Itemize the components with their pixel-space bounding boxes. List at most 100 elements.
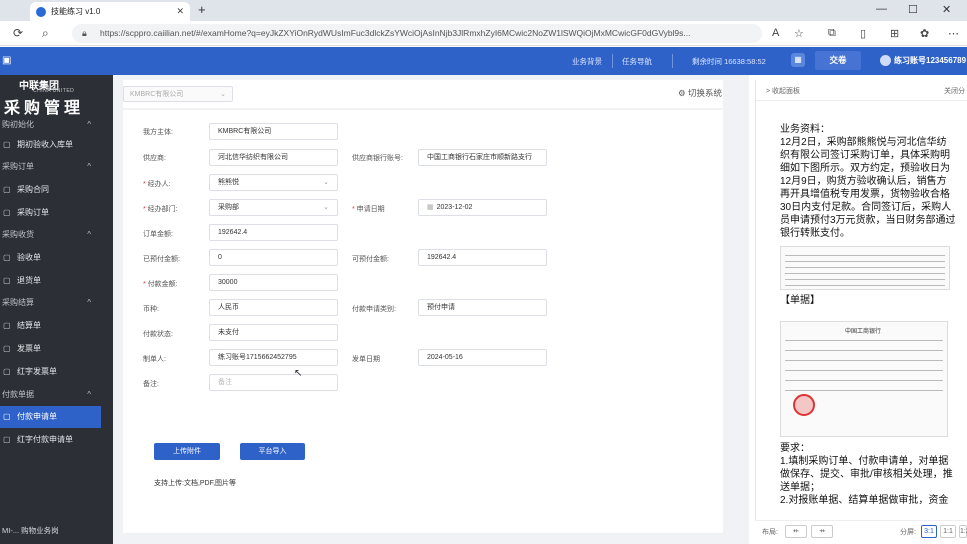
sidebar-group-receiving[interactable]: 采购收货 ^: [0, 225, 113, 245]
pay-amount-field[interactable]: 30000: [209, 274, 338, 291]
browser-extension-icon[interactable]: ✿: [920, 27, 929, 40]
mouse-cursor-icon: ↖: [294, 368, 303, 379]
order-amount-field[interactable]: 192642.4: [209, 224, 338, 241]
document-icon: ▢: [3, 208, 11, 217]
receipt-label: 【单据】: [780, 295, 820, 306]
business-material-panel: > 收起面板 关闭分 业务资料： 12月2日，采购部熊熊悦与河北信华纺织有限公司…: [755, 80, 967, 544]
sidebar-group-order[interactable]: 采购订单 ^: [0, 157, 113, 177]
sidebar-item-label: 红字付款申请单: [17, 435, 73, 444]
sidebar-item-label: 红字发票单: [17, 367, 57, 376]
payable-amount-label: 可预付金额:: [352, 256, 389, 263]
document-icon: ▢: [3, 140, 11, 149]
sidebar-group-init[interactable]: 购初始化 ^: [0, 115, 113, 135]
task-navigation-link[interactable]: 任务导航: [622, 56, 652, 67]
url-field[interactable]: 🔒︎ https://scppro.caiilian.net/#/examHom…: [72, 24, 762, 43]
sidebar-item-invoice[interactable]: ▢ 发票单: [0, 338, 101, 360]
window-close-button[interactable]: ✕: [942, 3, 951, 16]
refresh-icon[interactable]: ⟳: [13, 26, 23, 40]
sidebar-item-return[interactable]: ▢ 退货单: [0, 270, 101, 292]
collections-icon[interactable]: ⊞: [890, 27, 899, 40]
layout-right-button[interactable]: ⇸: [811, 525, 833, 538]
browser-tab-strip: 技能练习 v1.0 ✕ + — ☐ ✕: [0, 0, 967, 21]
remark-label: 备注:: [143, 381, 159, 388]
supplier-account-label: 供应商银行账号:: [352, 155, 403, 162]
browser-tab[interactable]: 技能练习 v1.0 ✕: [30, 2, 190, 21]
issue-date-field[interactable]: 2024-05-16: [418, 349, 547, 366]
sidebar-item-red-invoice[interactable]: ▢ 红字发票单: [0, 361, 101, 383]
split-screen-icon[interactable]: ▯: [860, 27, 866, 40]
sidebar-group-payment[interactable]: 付款单据 ^: [0, 385, 113, 405]
switch-system-button[interactable]: ⚙ 切换系统: [678, 87, 722, 99]
prepaid-amount-field[interactable]: 0: [209, 249, 338, 266]
divider: [756, 100, 967, 101]
sidebar-group-label: 购初始化: [2, 120, 34, 129]
platform-import-button[interactable]: 平台导入: [240, 443, 305, 460]
maximize-button[interactable]: ☐: [908, 3, 918, 16]
calculator-icon[interactable]: ▦: [791, 53, 805, 67]
layout-left-button[interactable]: ⇷: [785, 525, 807, 538]
split-3-1-button[interactable]: 3:1: [921, 525, 937, 538]
split-label: 分屏:: [900, 529, 916, 536]
lock-icon: 🔒︎: [82, 28, 87, 38]
sidebar-item-payment-request[interactable]: ▢ 付款申请单: [0, 406, 101, 428]
document-icon: ▢: [3, 253, 11, 262]
business-background-link[interactable]: 业务背景: [572, 56, 602, 67]
company-select[interactable]: KMBRC有限公司 ⌄: [123, 86, 233, 102]
submit-exam-button[interactable]: 交卷: [815, 51, 861, 70]
business-material-text: 业务资料： 12月2日，采购部熊熊悦与河北信华纺织有限公司签订采购订单，具体采购…: [780, 124, 956, 239]
sidebar-item-settlement[interactable]: ▢ 结算单: [0, 315, 101, 337]
pay-type-field[interactable]: 预付申请: [418, 299, 547, 316]
sidebar-item-red-payment-request[interactable]: ▢ 红字付款申请单: [0, 429, 101, 451]
sidebar-item-purchase-order[interactable]: ▢ 采购订单: [0, 202, 101, 224]
currency-field[interactable]: 人民币: [209, 299, 338, 316]
pay-amount-label: * 付款金额:: [143, 281, 178, 288]
buyer-label: 我方主体:: [143, 129, 173, 136]
minimize-button[interactable]: —: [876, 3, 887, 15]
sidebar-item-inspection[interactable]: ▢ 验收单: [0, 247, 101, 269]
sidebar-group-settlement[interactable]: 采购结算 ^: [0, 293, 113, 313]
chevron-up-icon: ^: [87, 162, 91, 171]
supplier-account-field[interactable]: 中国工商银行石家庄市顺新路支行: [418, 149, 547, 166]
purchase-detail-image[interactable]: [780, 246, 950, 290]
read-aloud-icon[interactable]: A: [772, 27, 779, 39]
close-split-button[interactable]: 关闭分: [944, 86, 965, 96]
sidebar-item-contract[interactable]: ▢ 采购合同: [0, 179, 101, 201]
document-icon: ▢: [3, 344, 11, 353]
chevron-up-icon: ^: [87, 230, 91, 239]
search-icon[interactable]: ⌕: [42, 26, 49, 41]
maker-field[interactable]: 练习账号17156624527​95: [209, 349, 338, 366]
header-divider: [612, 54, 613, 68]
document-icon: ▢: [3, 185, 11, 194]
new-tab-button[interactable]: +: [198, 2, 206, 17]
prepaid-amount-label: 已预付金额:: [143, 256, 180, 263]
chevron-down-icon: ⌄: [323, 204, 329, 211]
split-1-1-button[interactable]: 1:1: [940, 525, 956, 538]
buyer-field[interactable]: KMBRC有限公司: [209, 123, 338, 140]
apply-date-picker[interactable]: ▦ 2023-12-02: [418, 199, 547, 216]
remark-field[interactable]: 备注: [209, 374, 338, 391]
tab-close-icon[interactable]: ✕: [176, 6, 184, 17]
sidebar-item-label: 付款申请单: [17, 412, 57, 421]
favorite-star-icon[interactable]: ☆: [794, 27, 804, 40]
document-icon: ▢: [3, 412, 11, 421]
pay-status-field[interactable]: 未支付: [209, 324, 338, 341]
supplier-field[interactable]: 河北信华纺织有限公司: [209, 149, 338, 166]
bank-receipt-image[interactable]: 中国工商银行: [780, 321, 948, 437]
maker-label: 制单人:: [143, 356, 166, 363]
department-select[interactable]: 采购部 ⌄: [209, 199, 338, 216]
sidebar-item-opening-receipt[interactable]: ▢ 期初验收入库单: [0, 134, 101, 156]
collapse-panel-button[interactable]: > 收起面板: [766, 86, 800, 96]
more-menu-icon[interactable]: ⋯: [948, 27, 959, 40]
upload-attachment-button[interactable]: 上传附件: [154, 443, 220, 460]
sidebar-item-label: 退货单: [17, 276, 41, 285]
layout-label: 布局:: [762, 529, 778, 536]
handler-select[interactable]: 熊熊悦 ⌄: [209, 174, 338, 191]
user-account[interactable]: 练习账号123456789: [880, 55, 966, 67]
chevron-up-icon: ^: [87, 298, 91, 307]
split-1-3-button[interactable]: 1:3: [959, 525, 967, 538]
extensions-icon[interactable]: ⧉: [828, 27, 836, 40]
switch-system-label: 切换系统: [687, 88, 722, 98]
menu-icon[interactable]: ▣: [2, 55, 11, 66]
sidebar-item-label: 结算单: [17, 321, 41, 330]
payable-amount-field[interactable]: 192642.4: [418, 249, 547, 266]
